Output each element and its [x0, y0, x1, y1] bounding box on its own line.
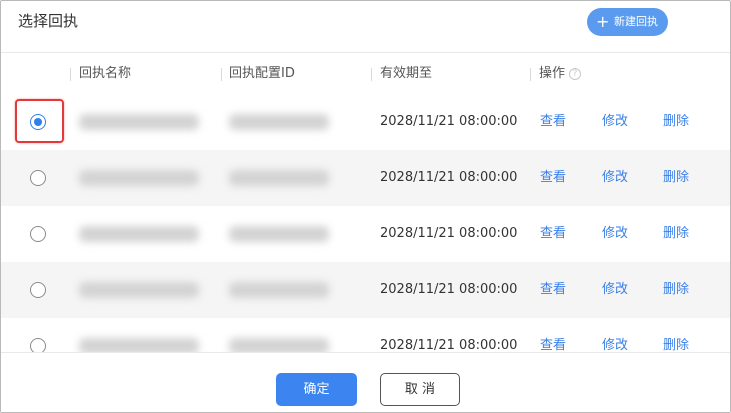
expire-date: 2028/11/21 08:00:00: [380, 282, 518, 297]
new-receipt-label: 新建回执: [614, 15, 658, 28]
config-id-redacted: [229, 226, 329, 242]
receipt-name-redacted: [79, 114, 199, 130]
question-circle-icon[interactable]: ?: [569, 68, 582, 80]
view-link[interactable]: 查看: [540, 94, 566, 150]
column-header-actions-label: 操作: [539, 66, 566, 81]
row-radio[interactable]: [30, 226, 46, 242]
view-link[interactable]: 查看: [540, 150, 566, 206]
table-row: 2028/11/21 08:00:00 查看 修改 删除: [1, 262, 730, 318]
view-link[interactable]: 查看: [540, 262, 566, 318]
edit-link[interactable]: 修改: [602, 94, 628, 150]
table-row: 2028/11/21 08:00:00 查看 修改 删除: [1, 206, 730, 262]
config-id-redacted: [229, 114, 329, 130]
delete-link[interactable]: 删除: [663, 206, 689, 262]
receipt-name-redacted: [79, 338, 199, 352]
config-id-redacted: [229, 338, 329, 352]
column-header-name: 回执名称: [79, 66, 132, 81]
edit-link[interactable]: 修改: [602, 206, 628, 262]
column-header-actions: 操作?: [539, 54, 582, 94]
row-radio[interactable]: [30, 338, 46, 352]
delete-link[interactable]: 删除: [663, 318, 689, 352]
expire-date: 2028/11/21 08:00:00: [380, 338, 518, 352]
edit-link[interactable]: 修改: [602, 318, 628, 352]
dialog-footer: 确定 取 消: [1, 352, 730, 412]
column-header-config-id: 回执配置ID: [229, 66, 295, 81]
row-radio[interactable]: [30, 170, 46, 186]
table-row: 2028/11/21 08:00:00 查看 修改 删除: [1, 150, 730, 206]
view-link[interactable]: 查看: [540, 206, 566, 262]
view-link[interactable]: 查看: [540, 318, 566, 352]
table-header: 回执名称 回执配置ID 有效期至 操作?: [1, 54, 730, 94]
column-divider: [530, 68, 531, 81]
receipt-name-redacted: [79, 170, 199, 186]
config-id-redacted: [229, 170, 329, 186]
delete-link[interactable]: 删除: [663, 262, 689, 318]
plus-icon: +: [596, 12, 610, 31]
expire-date: 2028/11/21 08:00:00: [380, 114, 518, 129]
new-receipt-button[interactable]: + 新建回执: [587, 8, 668, 36]
dialog-header: 选择回执 + 新建回执: [1, 1, 730, 53]
column-header-expire: 有效期至: [380, 66, 433, 81]
column-divider: [70, 68, 71, 81]
row-radio[interactable]: [30, 282, 46, 298]
column-divider: [221, 68, 222, 81]
table-row: 2028/11/21 08:00:00 查看 修改 删除: [1, 318, 730, 352]
select-receipt-dialog: 选择回执 + 新建回执 回执名称 回执配置ID 有效期至 操作? 2028/11…: [0, 0, 731, 413]
delete-link[interactable]: 删除: [663, 94, 689, 150]
edit-link[interactable]: 修改: [602, 150, 628, 206]
config-id-redacted: [229, 282, 329, 298]
column-divider: [371, 68, 372, 81]
cancel-button[interactable]: 取 消: [380, 373, 460, 406]
edit-link[interactable]: 修改: [602, 262, 628, 318]
row-radio[interactable]: [30, 114, 46, 130]
confirm-button[interactable]: 确定: [276, 373, 357, 406]
table-body: 2028/11/21 08:00:00 查看 修改 删除 2028/11/21 …: [1, 94, 730, 352]
expire-date: 2028/11/21 08:00:00: [380, 226, 518, 241]
receipt-name-redacted: [79, 282, 199, 298]
dialog-title: 选择回执: [18, 12, 79, 30]
expire-date: 2028/11/21 08:00:00: [380, 170, 518, 185]
table-row: 2028/11/21 08:00:00 查看 修改 删除: [1, 94, 730, 150]
delete-link[interactable]: 删除: [663, 150, 689, 206]
receipt-name-redacted: [79, 226, 199, 242]
